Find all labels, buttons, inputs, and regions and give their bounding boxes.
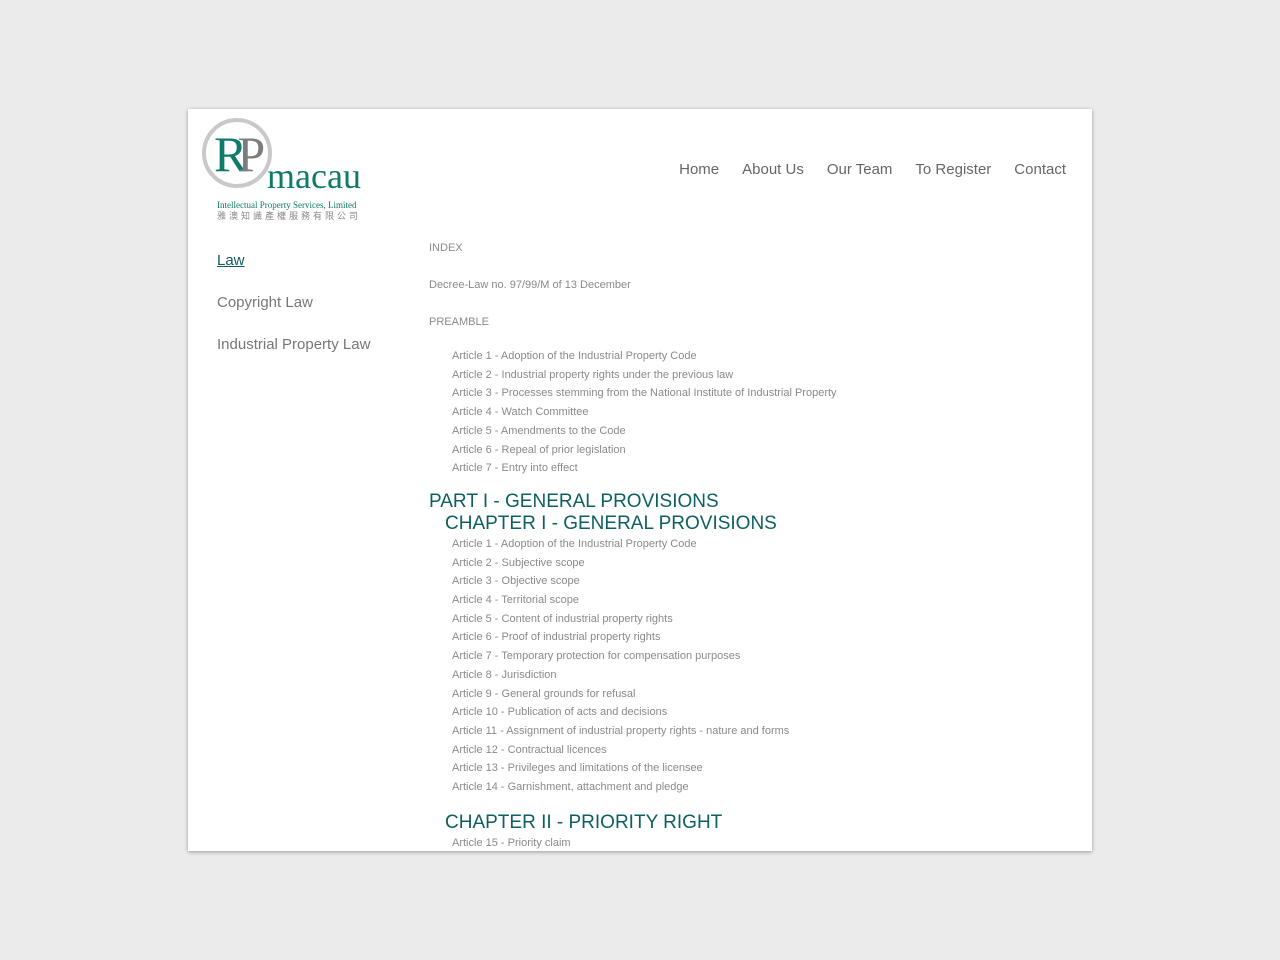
article-link[interactable]: Article 13 - Privileges and limitations … — [429, 759, 1069, 778]
chapter-heading: CHAPTER II - PRIORITY RIGHT — [445, 811, 723, 833]
logo-mark: RP — [214, 126, 265, 182]
company-logo[interactable]: RP macau Intellectual Property Services,… — [202, 118, 392, 221]
article-link[interactable]: Article 11 - Assignment of industrial pr… — [429, 722, 1069, 741]
index-heading: INDEX — [429, 242, 463, 254]
article-link[interactable]: Article 6 - Proof of industrial property… — [429, 628, 1069, 647]
article-link[interactable]: Article 10 - Publication of acts and dec… — [429, 703, 1069, 722]
article-link[interactable]: Article 4 - Watch Committee — [429, 403, 1069, 422]
logo-wordmark: macau — [267, 156, 361, 196]
article-link[interactable]: Article 12 - Contractual licences — [429, 741, 1069, 760]
law-index-content: INDEX Decree-Law no. 97/99/M of 13 Decem… — [429, 241, 1069, 851]
article-link[interactable]: Article 1 - Adoption of the Industrial P… — [429, 347, 1069, 366]
logo-subtitle-en: Intellectual Property Services, Limited — [217, 200, 357, 210]
page-container: RP macau Intellectual Property Services,… — [188, 109, 1092, 851]
article-link[interactable]: Article 14 - Garnishment, attachment and… — [429, 778, 1069, 797]
decree-title: Decree-Law no. 97/99/M of 13 December — [429, 279, 631, 291]
sidebar-item-law[interactable]: Law — [217, 252, 370, 294]
chapter-article-list: Article 15 - Priority claim — [429, 834, 1069, 851]
nav-to-register[interactable]: To Register — [915, 161, 991, 178]
nav-about-us[interactable]: About Us — [742, 161, 804, 178]
sidebar: Law Copyright Law Industrial Property La… — [217, 252, 370, 378]
chapter-article-list: Article 1 - Adoption of the Industrial P… — [429, 535, 1069, 797]
article-link[interactable]: Article 7 - Entry into effect — [429, 459, 1069, 478]
chapter-heading: CHAPTER I - GENERAL PROVISIONS — [445, 512, 777, 534]
article-link[interactable]: Article 5 - Content of industrial proper… — [429, 610, 1069, 629]
article-link[interactable]: Article 4 - Territorial scope — [429, 591, 1069, 610]
article-link[interactable]: Article 9 - General grounds for refusal — [429, 685, 1069, 704]
sidebar-item-industrial-property-law[interactable]: Industrial Property Law — [217, 336, 370, 378]
sidebar-item-copyright-law[interactable]: Copyright Law — [217, 294, 370, 336]
logo-subtitle-zh: 雅澳知識產權服務有限公司 — [217, 211, 362, 221]
nav-contact[interactable]: Contact — [1014, 161, 1066, 178]
article-link[interactable]: Article 1 - Adoption of the Industrial P… — [429, 535, 1069, 554]
article-link[interactable]: Article 5 - Amendments to the Code — [429, 422, 1069, 441]
top-nav: Home About Us Our Team To Register Conta… — [679, 161, 1066, 178]
article-link[interactable]: Article 15 - Priority claim — [429, 834, 1069, 851]
article-link[interactable]: Article 3 - Processes stemming from the … — [429, 384, 1069, 403]
logo-mark-r: R — [214, 126, 248, 182]
nav-home[interactable]: Home — [679, 161, 719, 178]
article-link[interactable]: Article 2 - Industrial property rights u… — [429, 366, 1069, 385]
article-link[interactable]: Article 2 - Subjective scope — [429, 554, 1069, 573]
nav-our-team[interactable]: Our Team — [827, 161, 893, 178]
logo-mark-p: P — [237, 126, 265, 182]
article-link[interactable]: Article 6 - Repeal of prior legislation — [429, 441, 1069, 460]
preamble-article-list: Article 1 - Adoption of the Industrial P… — [429, 347, 1069, 478]
article-link[interactable]: Article 7 - Temporary protection for com… — [429, 647, 1069, 666]
part-heading: PART I - GENERAL PROVISIONS — [429, 490, 719, 512]
article-link[interactable]: Article 8 - Jurisdiction — [429, 666, 1069, 685]
preamble-heading: PREAMBLE — [429, 316, 489, 328]
article-link[interactable]: Article 3 - Objective scope — [429, 572, 1069, 591]
